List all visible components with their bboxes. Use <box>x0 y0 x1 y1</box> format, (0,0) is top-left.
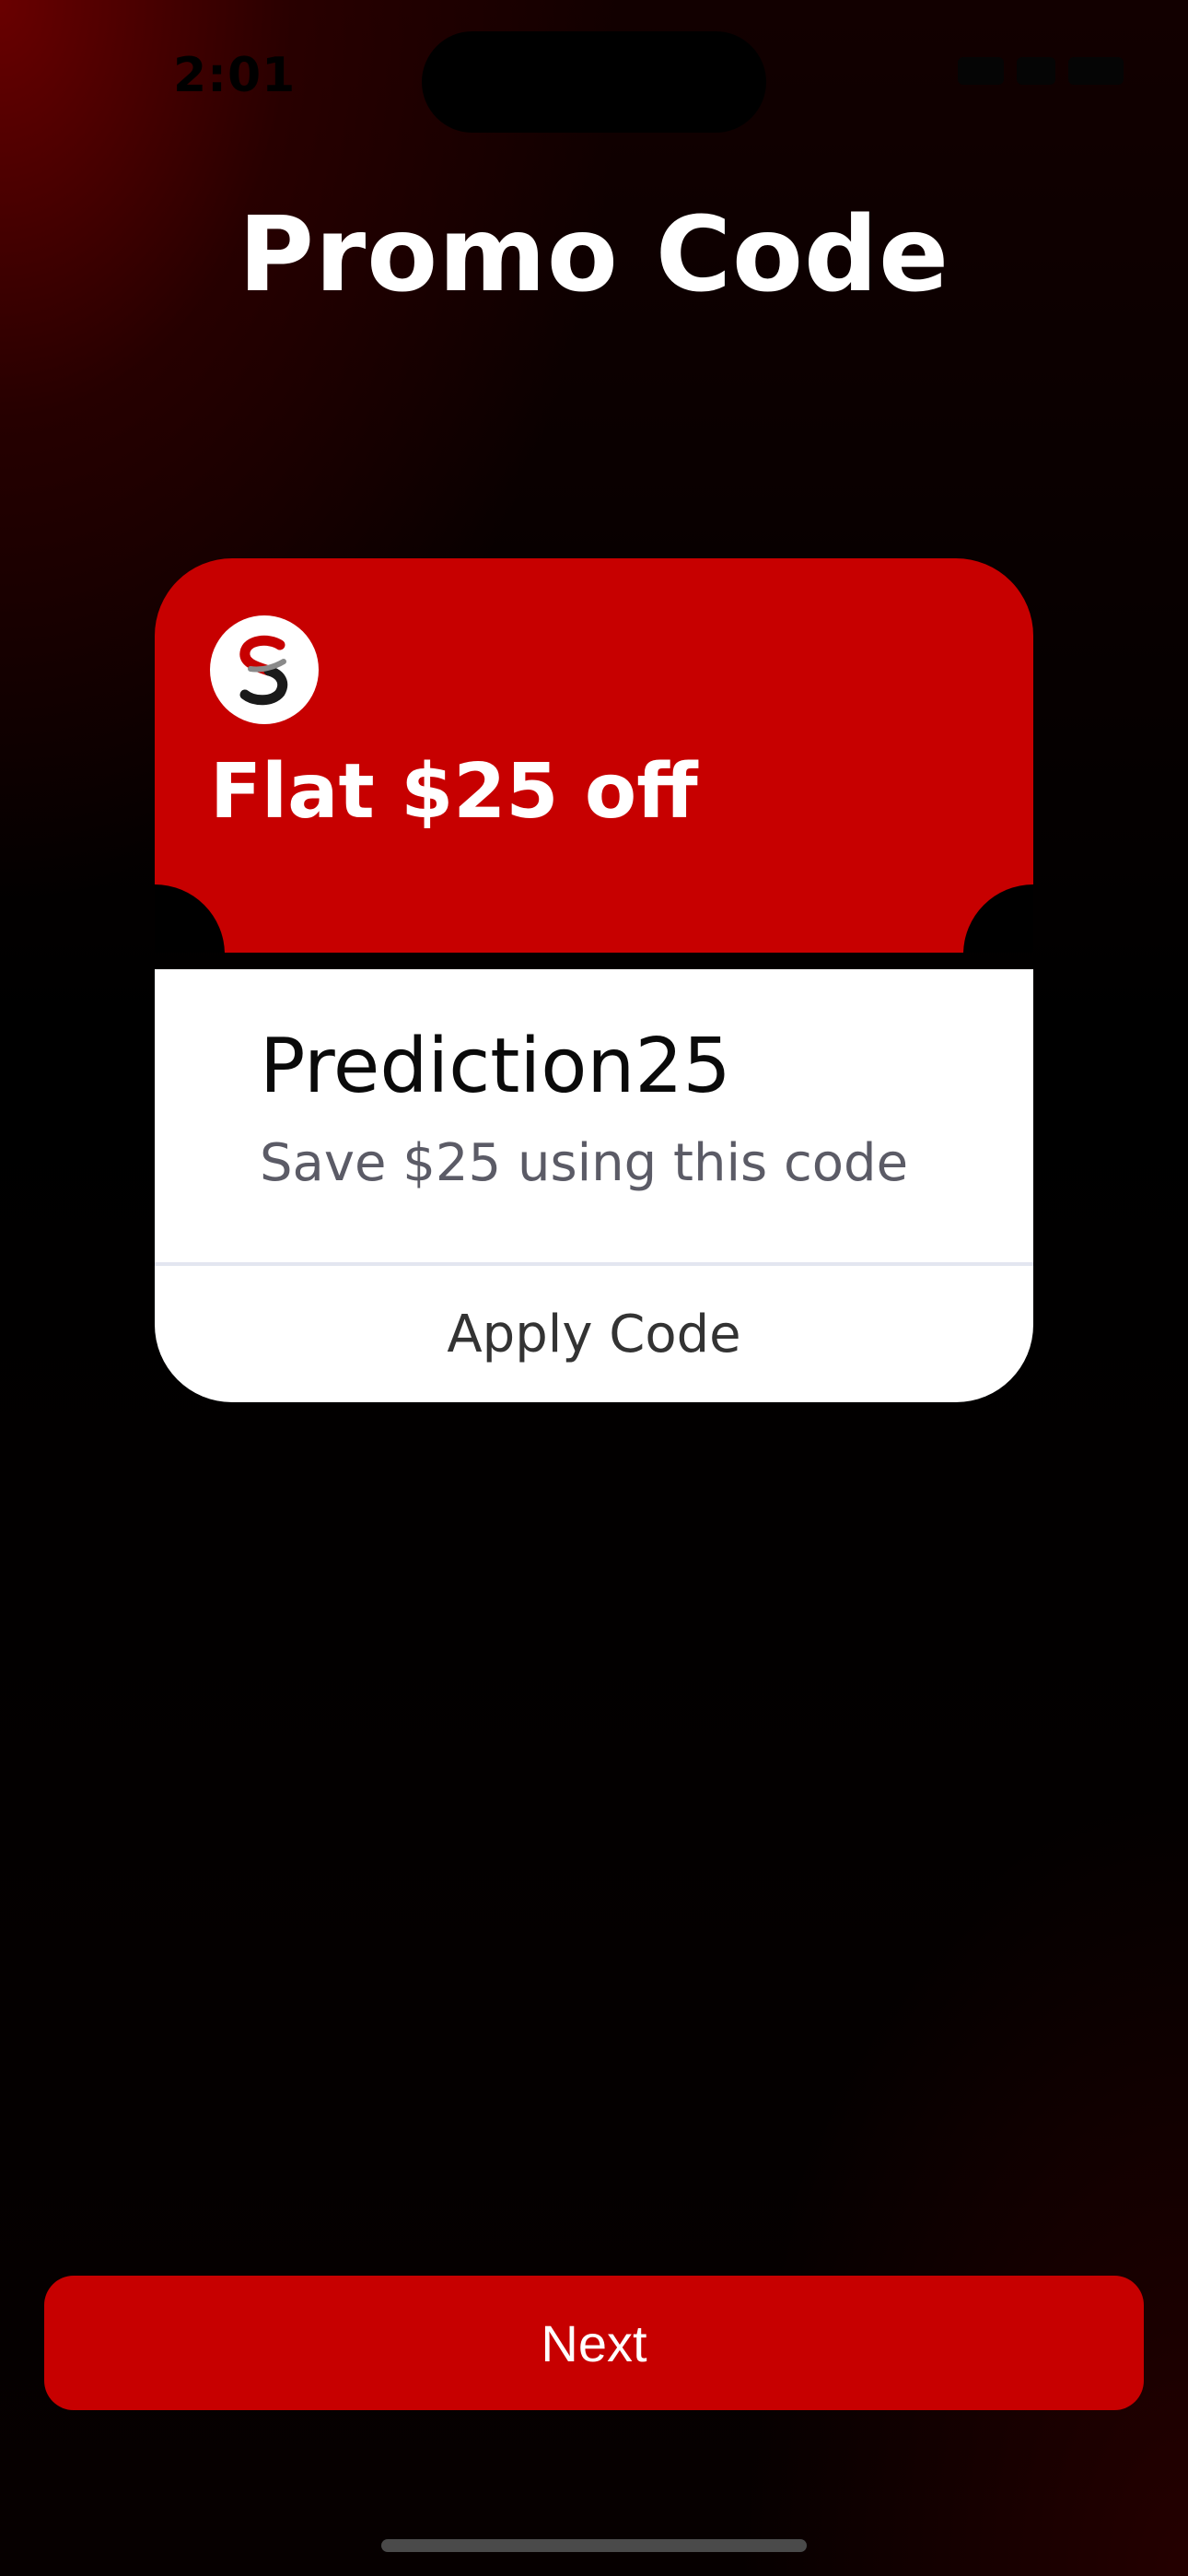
coupon-notch-right <box>963 884 1033 953</box>
next-button[interactable]: Next <box>44 2276 1144 2410</box>
wifi-icon <box>1017 57 1055 85</box>
promo-code-text: Prediction25 <box>260 1023 731 1110</box>
status-bar-time: 2:01 <box>173 48 297 103</box>
page-title: Promo Code <box>238 195 950 315</box>
home-indicator <box>381 2539 807 2552</box>
coupon-header: Flat $25 off <box>155 558 1033 953</box>
dynamic-island <box>422 31 766 133</box>
battery-icon <box>1068 57 1124 85</box>
promo-coupon-card: Flat $25 off Prediction25 Save $25 using… <box>155 558 1033 1402</box>
coupon-headline: Flat $25 off <box>210 748 698 836</box>
promo-code-description: Save $25 using this code <box>260 1133 909 1193</box>
apply-code-button[interactable]: Apply Code <box>155 1266 1033 1402</box>
signal-icon <box>958 57 1004 85</box>
coupon-notch-left <box>155 884 225 953</box>
status-bar-icons <box>958 57 1124 85</box>
brand-s-logo-icon <box>210 615 319 724</box>
coupon-body: Prediction25 Save $25 using this code Ap… <box>155 969 1033 1402</box>
